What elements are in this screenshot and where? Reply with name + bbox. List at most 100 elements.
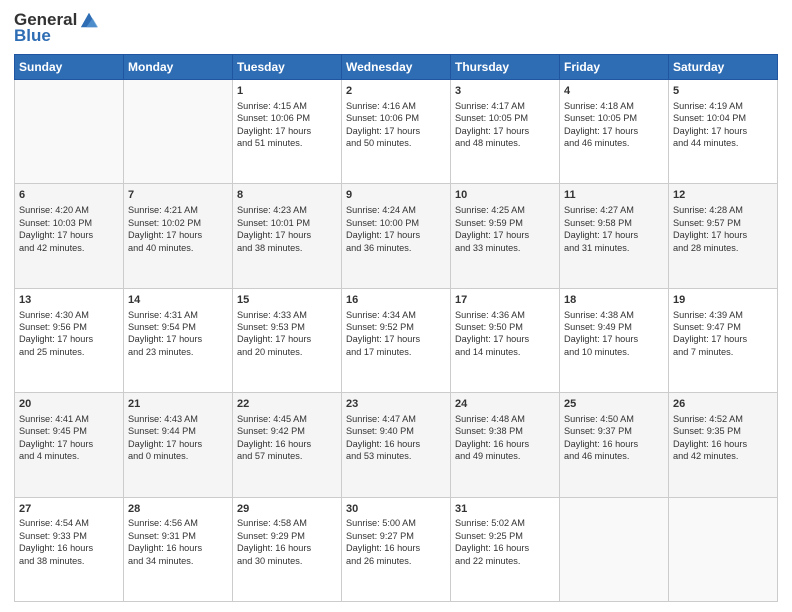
day-info: and 44 minutes. bbox=[673, 137, 773, 149]
day-info: and 30 minutes. bbox=[237, 555, 337, 567]
calendar-day-cell: 4Sunrise: 4:18 AMSunset: 10:05 PMDayligh… bbox=[560, 80, 669, 184]
day-info: Sunset: 9:57 PM bbox=[673, 217, 773, 229]
day-info: Sunset: 9:50 PM bbox=[455, 321, 555, 333]
day-number: 25 bbox=[564, 397, 664, 412]
day-number: 29 bbox=[237, 502, 337, 517]
day-info: Daylight: 17 hours bbox=[128, 229, 228, 241]
day-number: 21 bbox=[128, 397, 228, 412]
calendar-day-cell: 28Sunrise: 4:56 AMSunset: 9:31 PMDayligh… bbox=[124, 497, 233, 601]
day-number: 31 bbox=[455, 502, 555, 517]
calendar-header-day: Tuesday bbox=[233, 55, 342, 80]
day-info: Daylight: 16 hours bbox=[237, 438, 337, 450]
calendar-day-cell: 16Sunrise: 4:34 AMSunset: 9:52 PMDayligh… bbox=[342, 288, 451, 392]
day-info: and 53 minutes. bbox=[346, 450, 446, 462]
day-info: and 20 minutes. bbox=[237, 346, 337, 358]
day-number: 1 bbox=[237, 84, 337, 99]
day-number: 28 bbox=[128, 502, 228, 517]
calendar-day-cell: 25Sunrise: 4:50 AMSunset: 9:37 PMDayligh… bbox=[560, 393, 669, 497]
day-info: Sunrise: 4:45 AM bbox=[237, 413, 337, 425]
day-info: and 7 minutes. bbox=[673, 346, 773, 358]
day-info: Sunset: 10:05 PM bbox=[564, 112, 664, 124]
day-info: Sunset: 9:47 PM bbox=[673, 321, 773, 333]
day-info: Sunrise: 5:00 AM bbox=[346, 517, 446, 529]
calendar-day-cell: 23Sunrise: 4:47 AMSunset: 9:40 PMDayligh… bbox=[342, 393, 451, 497]
day-info: and 42 minutes. bbox=[673, 450, 773, 462]
day-info: Daylight: 17 hours bbox=[19, 333, 119, 345]
day-info: Sunset: 9:53 PM bbox=[237, 321, 337, 333]
day-info: Daylight: 16 hours bbox=[19, 542, 119, 554]
calendar-week-row: 13Sunrise: 4:30 AMSunset: 9:56 PMDayligh… bbox=[15, 288, 778, 392]
day-info: Daylight: 16 hours bbox=[564, 438, 664, 450]
day-number: 13 bbox=[19, 293, 119, 308]
day-info: and 28 minutes. bbox=[673, 242, 773, 254]
day-number: 8 bbox=[237, 188, 337, 203]
day-info: Sunset: 10:03 PM bbox=[19, 217, 119, 229]
calendar-week-row: 6Sunrise: 4:20 AMSunset: 10:03 PMDayligh… bbox=[15, 184, 778, 288]
day-info: and 26 minutes. bbox=[346, 555, 446, 567]
calendar-day-cell: 9Sunrise: 4:24 AMSunset: 10:00 PMDayligh… bbox=[342, 184, 451, 288]
day-number: 6 bbox=[19, 188, 119, 203]
day-info: Sunset: 9:59 PM bbox=[455, 217, 555, 229]
calendar-header-row: SundayMondayTuesdayWednesdayThursdayFrid… bbox=[15, 55, 778, 80]
calendar-week-row: 20Sunrise: 4:41 AMSunset: 9:45 PMDayligh… bbox=[15, 393, 778, 497]
calendar-day-cell: 8Sunrise: 4:23 AMSunset: 10:01 PMDayligh… bbox=[233, 184, 342, 288]
day-info: Sunrise: 4:19 AM bbox=[673, 100, 773, 112]
day-info: Sunrise: 4:54 AM bbox=[19, 517, 119, 529]
calendar-header-day: Friday bbox=[560, 55, 669, 80]
calendar-day-cell bbox=[669, 497, 778, 601]
day-info: and 0 minutes. bbox=[128, 450, 228, 462]
day-info: and 31 minutes. bbox=[564, 242, 664, 254]
day-info: Daylight: 16 hours bbox=[455, 438, 555, 450]
calendar-day-cell: 10Sunrise: 4:25 AMSunset: 9:59 PMDayligh… bbox=[451, 184, 560, 288]
day-info: and 23 minutes. bbox=[128, 346, 228, 358]
day-info: Sunrise: 4:50 AM bbox=[564, 413, 664, 425]
day-info: Sunset: 9:44 PM bbox=[128, 425, 228, 437]
calendar-day-cell: 20Sunrise: 4:41 AMSunset: 9:45 PMDayligh… bbox=[15, 393, 124, 497]
day-info: and 46 minutes. bbox=[564, 450, 664, 462]
day-number: 2 bbox=[346, 84, 446, 99]
day-info: Sunrise: 4:16 AM bbox=[346, 100, 446, 112]
day-info: Daylight: 16 hours bbox=[346, 542, 446, 554]
calendar-table: SundayMondayTuesdayWednesdayThursdayFrid… bbox=[14, 54, 778, 602]
day-info: Daylight: 17 hours bbox=[455, 125, 555, 137]
day-info: Sunrise: 4:27 AM bbox=[564, 204, 664, 216]
calendar-day-cell: 24Sunrise: 4:48 AMSunset: 9:38 PMDayligh… bbox=[451, 393, 560, 497]
calendar-day-cell: 19Sunrise: 4:39 AMSunset: 9:47 PMDayligh… bbox=[669, 288, 778, 392]
calendar-day-cell bbox=[560, 497, 669, 601]
day-info: and 57 minutes. bbox=[237, 450, 337, 462]
day-info: and 42 minutes. bbox=[19, 242, 119, 254]
day-info: Daylight: 17 hours bbox=[346, 333, 446, 345]
day-info: Daylight: 17 hours bbox=[455, 333, 555, 345]
header: General Blue bbox=[14, 10, 778, 46]
day-info: Daylight: 17 hours bbox=[237, 125, 337, 137]
day-info: and 36 minutes. bbox=[346, 242, 446, 254]
calendar-header-day: Thursday bbox=[451, 55, 560, 80]
calendar-day-cell: 22Sunrise: 4:45 AMSunset: 9:42 PMDayligh… bbox=[233, 393, 342, 497]
day-info: Daylight: 17 hours bbox=[237, 229, 337, 241]
day-info: and 49 minutes. bbox=[455, 450, 555, 462]
day-info: and 10 minutes. bbox=[564, 346, 664, 358]
calendar-day-cell: 15Sunrise: 4:33 AMSunset: 9:53 PMDayligh… bbox=[233, 288, 342, 392]
day-info: Daylight: 16 hours bbox=[455, 542, 555, 554]
day-info: Sunset: 9:29 PM bbox=[237, 530, 337, 542]
day-info: Sunset: 9:58 PM bbox=[564, 217, 664, 229]
day-info: Daylight: 17 hours bbox=[673, 229, 773, 241]
day-info: Daylight: 17 hours bbox=[19, 438, 119, 450]
day-info: Sunrise: 4:31 AM bbox=[128, 309, 228, 321]
day-info: Sunset: 10:06 PM bbox=[346, 112, 446, 124]
day-info: Sunrise: 4:58 AM bbox=[237, 517, 337, 529]
day-info: Daylight: 17 hours bbox=[564, 125, 664, 137]
day-info: Sunset: 9:35 PM bbox=[673, 425, 773, 437]
day-info: Daylight: 17 hours bbox=[128, 333, 228, 345]
calendar-day-cell: 30Sunrise: 5:00 AMSunset: 9:27 PMDayligh… bbox=[342, 497, 451, 601]
day-info: Sunrise: 4:38 AM bbox=[564, 309, 664, 321]
calendar-header-day: Wednesday bbox=[342, 55, 451, 80]
calendar-day-cell bbox=[15, 80, 124, 184]
day-number: 11 bbox=[564, 188, 664, 203]
day-number: 18 bbox=[564, 293, 664, 308]
day-info: Sunset: 10:02 PM bbox=[128, 217, 228, 229]
day-info: Sunrise: 4:30 AM bbox=[19, 309, 119, 321]
logo: General Blue bbox=[14, 10, 99, 46]
day-info: Sunrise: 4:56 AM bbox=[128, 517, 228, 529]
day-info: Sunset: 9:54 PM bbox=[128, 321, 228, 333]
